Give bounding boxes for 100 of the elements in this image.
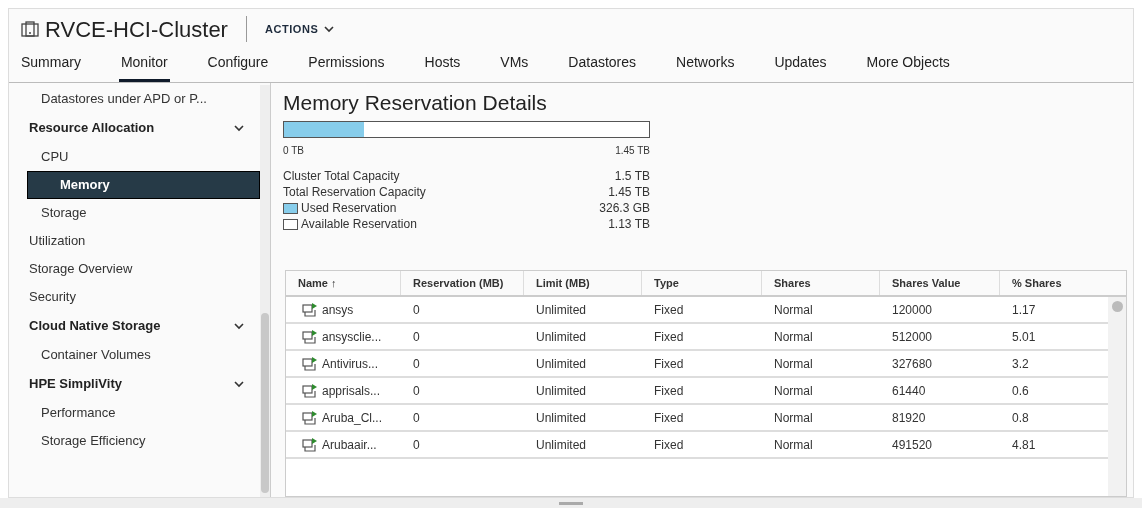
column-header[interactable]: % Shares (1000, 271, 1126, 295)
table-cell-text: Normal (774, 382, 813, 400)
column-header[interactable]: Shares (762, 271, 880, 295)
sidebar-group[interactable]: Cloud Native Storage (9, 311, 260, 341)
vm-name-link[interactable]: Aruba_Cl... (322, 408, 383, 427)
table-cell-text: 1.17 (1012, 301, 1036, 319)
sidebar-item[interactable]: Utilization (9, 227, 260, 255)
group-label: HPE SimpliVity (29, 375, 122, 394)
chevron-icon[interactable] (234, 322, 244, 330)
table-cell-text: 0.8 (1012, 409, 1029, 427)
table-cell-text: Unlimited (536, 328, 586, 346)
table-cell-text: Normal (774, 355, 813, 373)
table-cell-text: 0 (413, 409, 420, 427)
actions-button[interactable]: ACTIONS (264, 20, 335, 38)
scrollbar-thumb[interactable] (1111, 301, 1123, 312)
sidebar-group[interactable]: HPE SimpliVity (9, 369, 260, 399)
tab[interactable]: Networks (674, 52, 737, 82)
table-cell-text: 0 (413, 328, 420, 346)
table-cell-text: Unlimited (536, 301, 586, 319)
table-cell-text: 61440 (892, 382, 926, 400)
table-cell-text: Fixed (654, 409, 684, 427)
table-cell-text: 327680 (892, 355, 933, 373)
table-cell-text: Unlimited (536, 382, 586, 400)
table-cell-text: 0.6 (1012, 382, 1029, 400)
sidebar-item[interactable]: CPU (9, 143, 260, 171)
table-cell-text: Normal (774, 301, 813, 319)
tab[interactable]: Updates (772, 52, 829, 82)
sidebar-item[interactable]: Performance (9, 399, 260, 427)
sidebar-item[interactable]: Memory (27, 171, 260, 199)
window-title: RVCE-HCI-Cluster (45, 15, 228, 44)
chevron-icon[interactable] (234, 380, 244, 388)
column-header[interactable]: Shares Value (880, 271, 1000, 295)
scrollbar-thumb[interactable] (261, 313, 269, 493)
chevron-icon[interactable] (234, 124, 244, 132)
table-cell-text: Fixed (654, 328, 684, 346)
column-header[interactable]: Reservation (MB) (401, 271, 524, 295)
table-cell-text: Fixed (654, 382, 684, 400)
sidebar-item[interactable]: Storage Efficiency (9, 427, 260, 455)
vm-icon (302, 410, 318, 425)
legend-swatch (283, 218, 298, 230)
table-cell-text: 3.2 (1012, 355, 1029, 373)
resize-handle[interactable] (559, 501, 583, 505)
vm-icon (302, 329, 318, 344)
tab[interactable]: Permissions (306, 52, 387, 82)
table-cell-text: Normal (774, 409, 813, 427)
column-header[interactable]: Limit (MB) (524, 271, 642, 295)
table-cell-text: 0 (413, 436, 420, 454)
tab[interactable]: Configure (205, 52, 271, 82)
vm-icon (302, 383, 318, 398)
stat-label: Total Reservation Capacity (283, 184, 426, 201)
table-cell-text: 0 (413, 301, 420, 319)
table-cell-text: Fixed (654, 436, 684, 454)
stat-value: 326.3 GB (599, 200, 650, 217)
tab[interactable]: VMs (498, 52, 531, 82)
group-label: Resource Allocation (29, 119, 155, 138)
tab[interactable]: More Objects (864, 52, 952, 82)
tab[interactable]: Monitor (118, 52, 170, 82)
sidebar-item[interactable]: Container Volumes (9, 341, 260, 369)
table-cell-text: 81920 (892, 409, 926, 427)
table-cell-text: Unlimited (536, 355, 586, 373)
stat-value: 1.5 TB (614, 168, 650, 185)
vm-name-link[interactable]: ansys (322, 300, 354, 319)
cluster-icon (21, 20, 39, 38)
stat-label: Used Reservation (301, 200, 397, 217)
table-cell-text: 0 (413, 382, 420, 400)
tab[interactable]: Summary (19, 52, 83, 82)
vm-name-link[interactable]: Arubaair... (322, 435, 377, 454)
axis-label: 1.45 TB (615, 144, 650, 158)
table-cell-text: 120000 (892, 301, 933, 319)
chevron-icon[interactable] (324, 25, 335, 33)
table-cell-text: Fixed (654, 301, 684, 319)
table-cell-text: Fixed (654, 355, 684, 373)
table-cell-text: 5.01 (1012, 328, 1036, 346)
vm-name-link[interactable]: Antivirus... (322, 354, 378, 373)
vm-icon (302, 356, 318, 371)
stat-label: Available Reservation (301, 216, 417, 233)
column-header[interactable]: Type (642, 271, 762, 295)
vm-icon (302, 437, 318, 452)
sidebar-item[interactable]: Storage Overview (9, 255, 260, 283)
table-cell-text: Unlimited (536, 436, 586, 454)
tab[interactable]: Hosts (422, 52, 463, 82)
vm-name-link[interactable]: ansysclie... (322, 327, 382, 346)
column-header[interactable]: Name ↑ (286, 271, 401, 295)
sidebar-item[interactable]: Datastores under APD or P... (9, 85, 260, 113)
sidebar-item[interactable]: Storage (9, 199, 260, 227)
section-title: Memory Reservation Details (283, 90, 548, 116)
legend-swatch (283, 202, 298, 214)
axis-label: 0 TB (283, 144, 304, 158)
stat-label: Cluster Total Capacity (283, 168, 400, 185)
table-cell-text: 512000 (892, 328, 933, 346)
table-cell-text: 4.81 (1012, 436, 1036, 454)
vm-icon (302, 302, 318, 317)
vm-name-link[interactable]: apprisals... (322, 381, 381, 400)
table-cell-text: Normal (774, 436, 813, 454)
table-cell-text: 491520 (892, 436, 933, 454)
sidebar-item[interactable]: Security (9, 283, 260, 311)
tab[interactable]: Datastores (566, 52, 639, 82)
group-label: Cloud Native Storage (29, 317, 161, 336)
sidebar-group[interactable]: Resource Allocation (9, 113, 260, 143)
table-cell-text: Unlimited (536, 409, 586, 427)
